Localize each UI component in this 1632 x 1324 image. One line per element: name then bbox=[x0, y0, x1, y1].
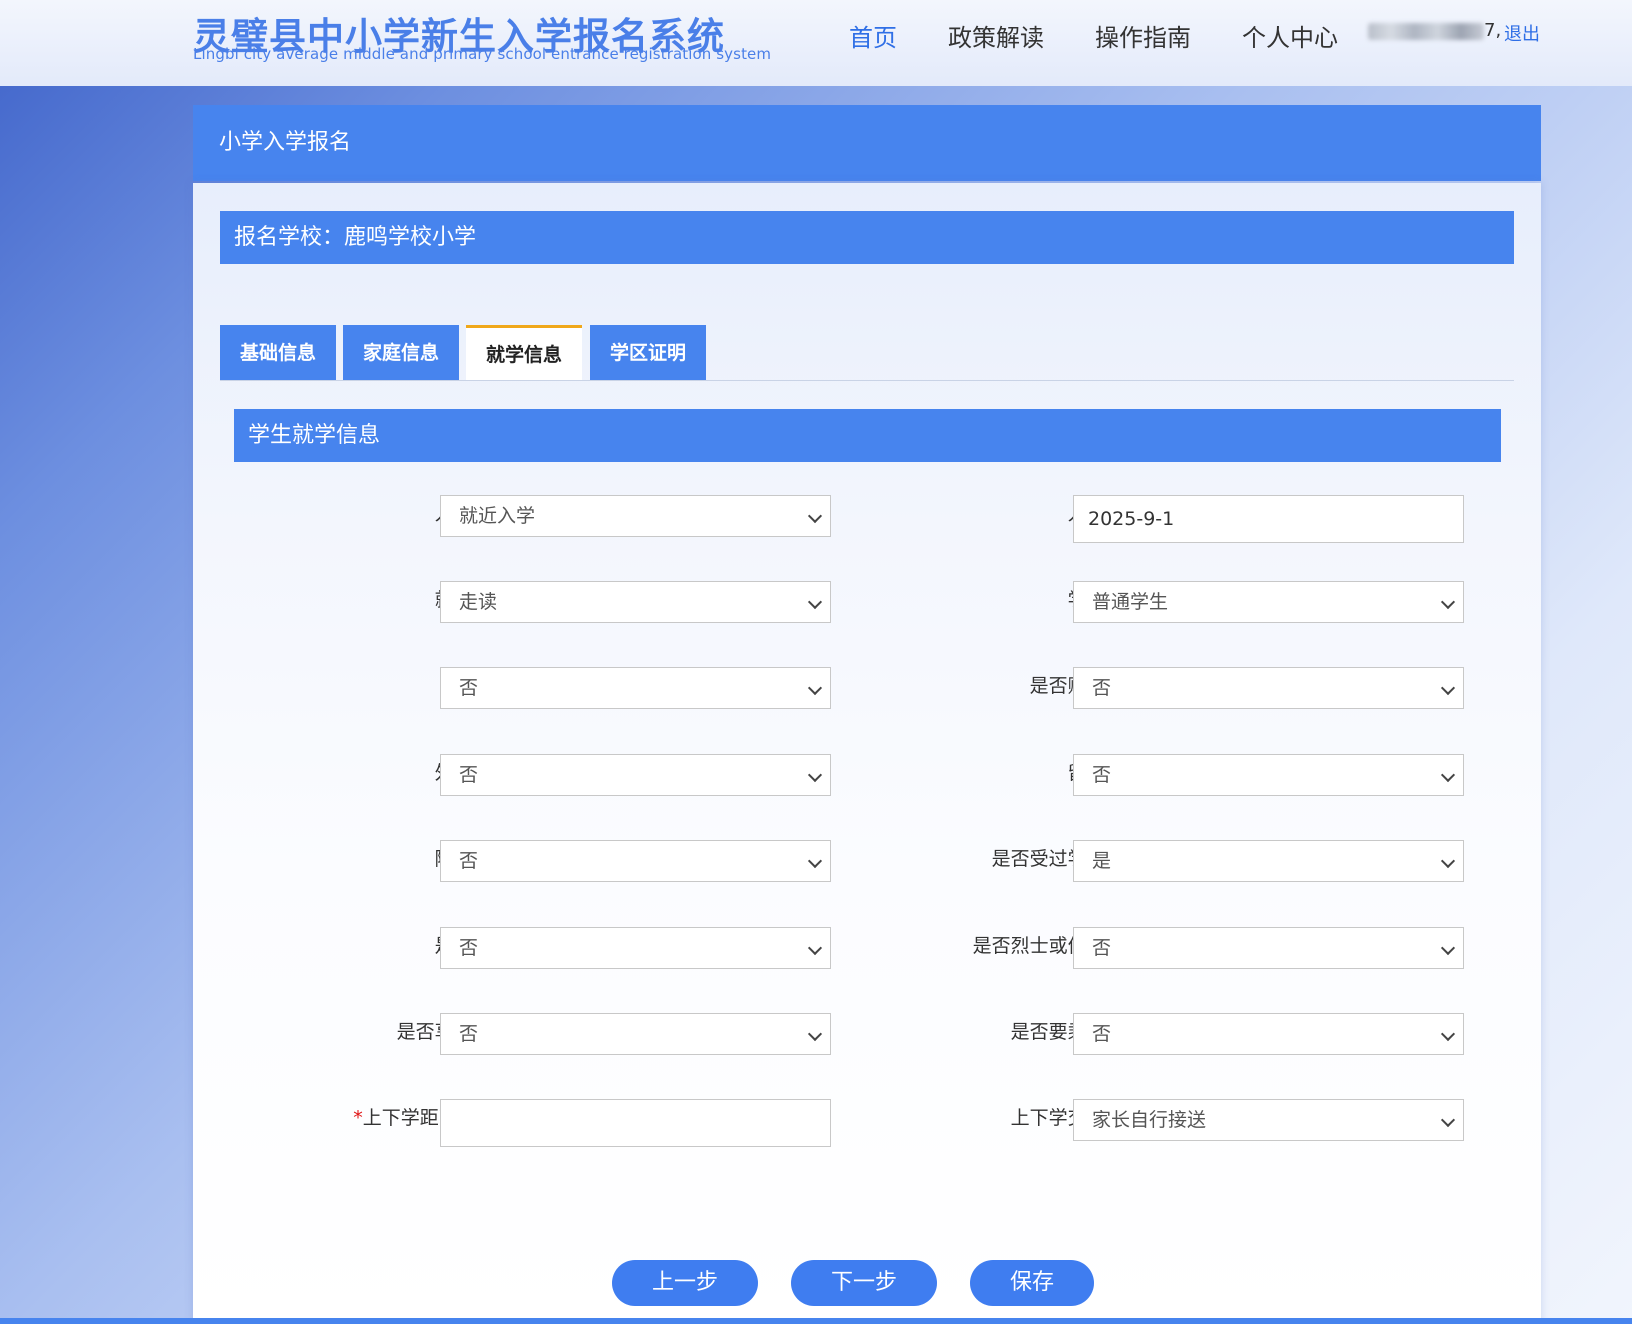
chevron-down-icon bbox=[807, 940, 823, 956]
nav-guide[interactable]: 操作指南 bbox=[1095, 18, 1191, 53]
chevron-down-icon bbox=[1440, 853, 1456, 869]
left-behind-value: 否 bbox=[1092, 764, 1112, 786]
left-behind-select[interactable]: 否 bbox=[1073, 754, 1464, 796]
nonlocal-student-select[interactable]: 否 bbox=[440, 754, 831, 796]
martyr-child-select[interactable]: 否 bbox=[1073, 927, 1464, 969]
top-header: 灵璧县中小学新生入学报名系统 Lingbi city average middl… bbox=[0, 0, 1632, 86]
save-button[interactable]: 保存 bbox=[970, 1260, 1094, 1306]
transport-select[interactable]: 家长自行接送 bbox=[1073, 1099, 1464, 1141]
subsidy-select[interactable]: 否 bbox=[440, 1013, 831, 1055]
study-mode-select[interactable]: 走读 bbox=[440, 581, 831, 623]
migrant-child-value: 否 bbox=[459, 850, 479, 872]
chevron-down-icon bbox=[807, 680, 823, 696]
student-type-select[interactable]: 普通学生 bbox=[1073, 581, 1464, 623]
subsidy-value: 否 bbox=[459, 1023, 479, 1045]
enroll-time-input[interactable]: 2025-9-1 bbox=[1073, 495, 1464, 543]
tabs-divider bbox=[220, 380, 1514, 381]
martyr-child-value: 否 bbox=[1092, 937, 1112, 959]
tab-district-proof[interactable]: 学区证明 bbox=[590, 325, 706, 381]
bottom-accent-line bbox=[0, 1318, 1632, 1324]
tab-basic-info[interactable]: 基础信息 bbox=[220, 325, 336, 381]
chevron-down-icon bbox=[807, 508, 823, 524]
tab-family-info[interactable]: 家庭信息 bbox=[343, 325, 459, 381]
username-blurred bbox=[1368, 23, 1484, 40]
student-type-value: 普通学生 bbox=[1092, 591, 1169, 613]
page-title: 小学入学报名 bbox=[193, 105, 1541, 181]
nonlocal-student-value: 否 bbox=[459, 764, 479, 786]
orphan-value: 否 bbox=[459, 937, 479, 959]
purchased-seat-select[interactable]: 否 bbox=[1073, 667, 1464, 709]
next-step-button[interactable]: 下一步 bbox=[791, 1260, 937, 1306]
site-subtitle: Lingbi city average middle and primary s… bbox=[193, 45, 772, 63]
purchased-seat-value: 否 bbox=[1092, 677, 1112, 699]
study-mode-value: 走读 bbox=[459, 591, 498, 613]
registration-card: 报名学校：鹿鸣学校小学 基础信息 家庭信息 就学信息 学区证明 学生就学信息 入… bbox=[193, 183, 1541, 1324]
preschool-select[interactable]: 是 bbox=[1073, 840, 1464, 882]
school-bus-value: 否 bbox=[1092, 1023, 1112, 1045]
nav-policy[interactable]: 政策解读 bbox=[948, 18, 1044, 53]
nav-personal-center[interactable]: 个人中心 bbox=[1242, 18, 1338, 53]
orphan-select[interactable]: 否 bbox=[440, 927, 831, 969]
out-of-district-value: 否 bbox=[459, 677, 479, 699]
out-of-district-select[interactable]: 否 bbox=[440, 667, 831, 709]
nav-home[interactable]: 首页 bbox=[849, 18, 897, 53]
chevron-down-icon bbox=[807, 767, 823, 783]
chevron-down-icon bbox=[807, 853, 823, 869]
required-mark: * bbox=[353, 1107, 363, 1129]
username-suffix: 7, bbox=[1484, 20, 1502, 41]
migrant-child-select[interactable]: 否 bbox=[440, 840, 831, 882]
school-banner: 报名学校：鹿鸣学校小学 bbox=[220, 211, 1514, 264]
logout-link[interactable]: 退出 bbox=[1504, 20, 1540, 46]
chevron-down-icon bbox=[1440, 940, 1456, 956]
enroll-method-select[interactable]: 就近入学 bbox=[440, 495, 831, 537]
chevron-down-icon bbox=[1440, 1112, 1456, 1128]
tab-schooling-info[interactable]: 就学信息 bbox=[466, 325, 582, 381]
enroll-method-value: 就近入学 bbox=[459, 505, 536, 527]
school-bus-select[interactable]: 否 bbox=[1073, 1013, 1464, 1055]
chevron-down-icon bbox=[1440, 680, 1456, 696]
chevron-down-icon bbox=[807, 594, 823, 610]
distance-input[interactable] bbox=[440, 1099, 831, 1147]
chevron-down-icon bbox=[1440, 767, 1456, 783]
preschool-value: 是 bbox=[1092, 850, 1112, 872]
transport-value: 家长自行接送 bbox=[1092, 1109, 1207, 1131]
chevron-down-icon bbox=[1440, 1026, 1456, 1042]
prev-step-button[interactable]: 上一步 bbox=[612, 1260, 758, 1306]
section-title: 学生就学信息 bbox=[234, 409, 1501, 462]
chevron-down-icon bbox=[807, 1026, 823, 1042]
chevron-down-icon bbox=[1440, 594, 1456, 610]
